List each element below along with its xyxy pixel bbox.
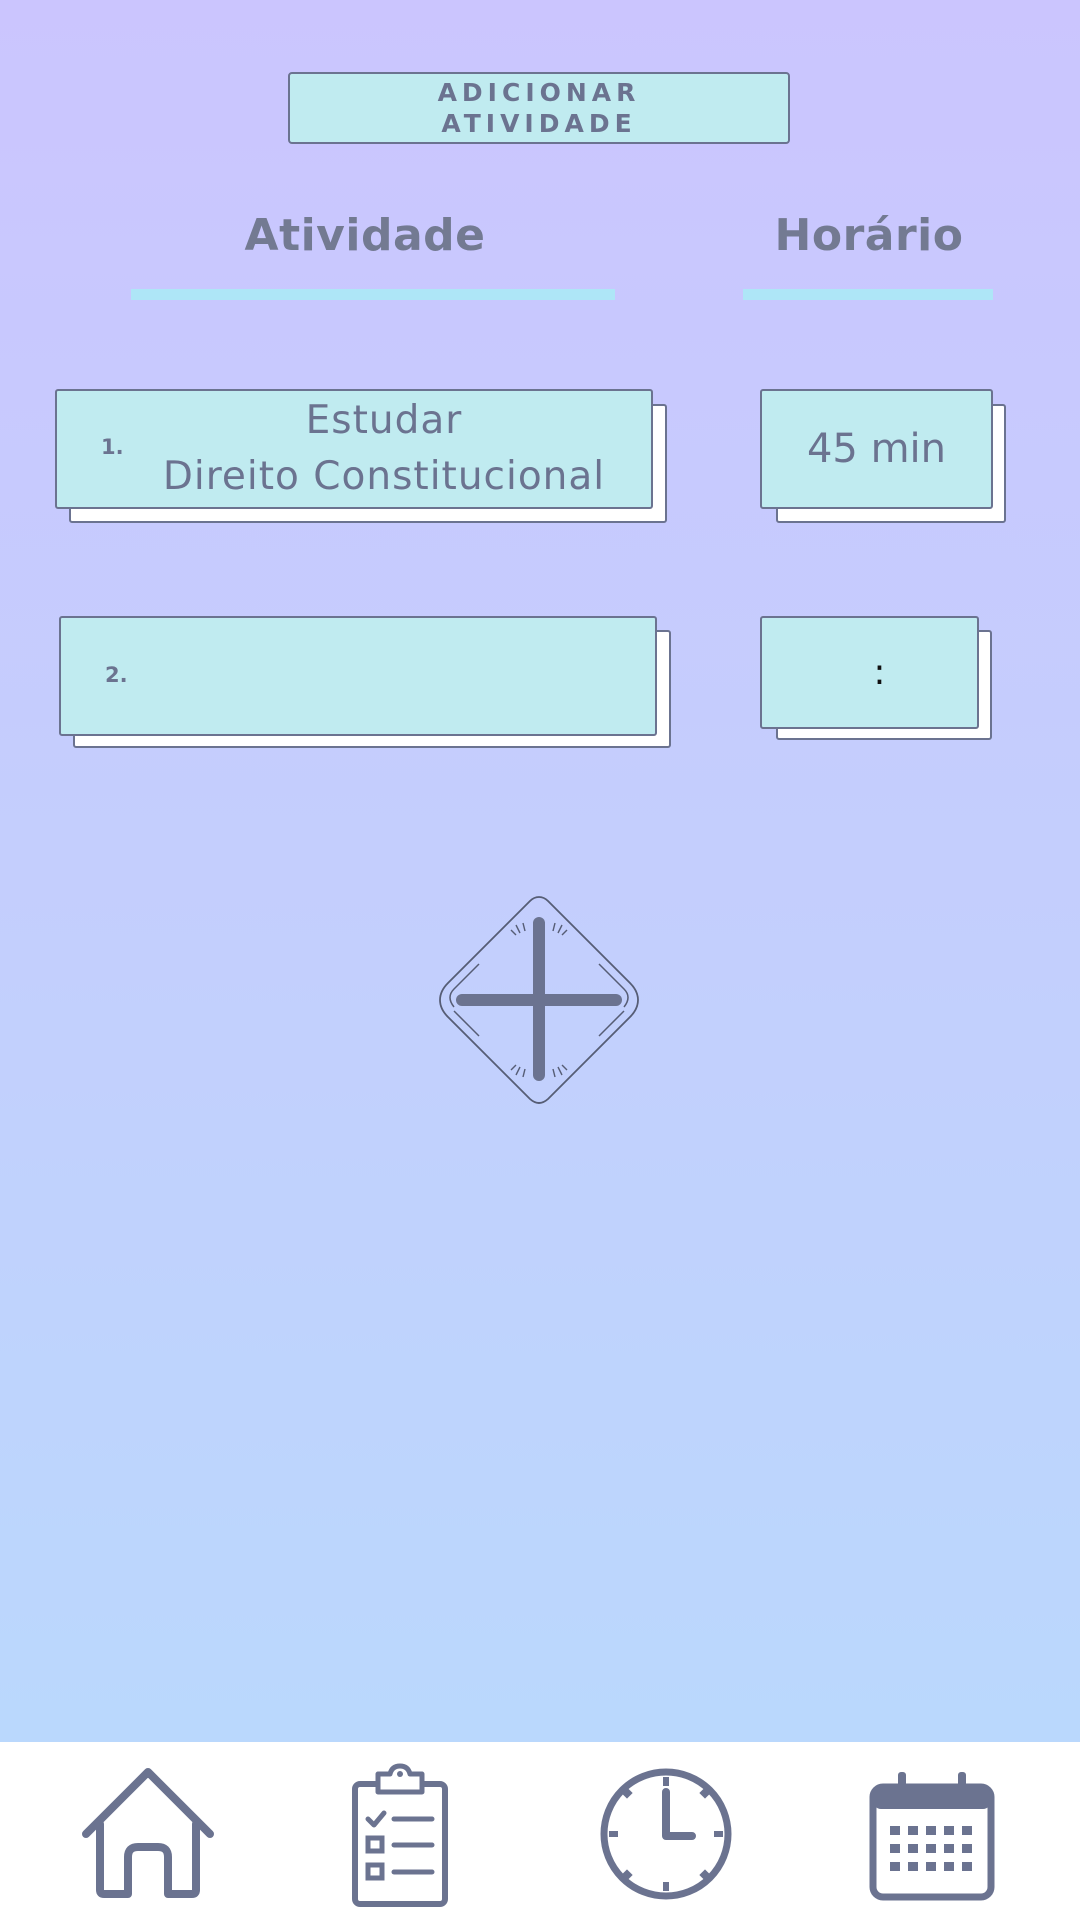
activity-column-header: Atividade	[244, 210, 486, 261]
activity-1-field[interactable]: 1. Estudar Direito Constitucional	[55, 389, 653, 509]
clipboard-checklist-icon	[352, 1763, 448, 1907]
time-column-header: Horário	[774, 210, 964, 261]
plus-icon	[439, 896, 639, 1104]
activity-2-field[interactable]: 2.	[59, 616, 657, 736]
time-header-underline	[743, 289, 993, 300]
nav-tasks-button[interactable]	[330, 1762, 470, 1912]
activity-1-name: Estudar Direito Constitucional	[162, 398, 606, 499]
add-activity-title-button[interactable]: ADICIONAR ATIVIDADE	[288, 72, 790, 144]
activity-header-underline	[131, 289, 615, 300]
nav-clock-button[interactable]	[596, 1762, 736, 1912]
time-1-value: 45 min	[806, 426, 947, 472]
clock-icon	[600, 1768, 732, 1900]
nav-home-button[interactable]	[78, 1762, 218, 1912]
activity-2-number: 2.	[105, 663, 128, 687]
nav-calendar-button[interactable]	[862, 1762, 1002, 1912]
activity-1-number: 1.	[101, 435, 124, 459]
time-2-field[interactable]: :	[760, 616, 979, 729]
time-1-field[interactable]: 45 min	[760, 389, 993, 509]
time-2-value: :	[873, 652, 886, 693]
activity-2-name	[161, 618, 615, 734]
home-icon	[82, 1768, 214, 1898]
add-activity-plus-button[interactable]	[432, 893, 646, 1107]
calendar-icon	[869, 1772, 995, 1901]
